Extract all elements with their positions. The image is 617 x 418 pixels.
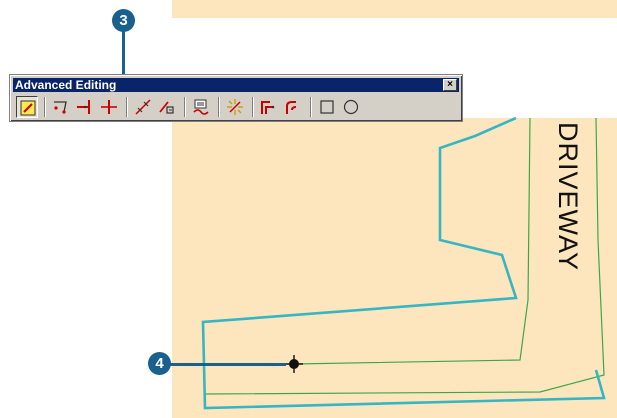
driveway-label: DRIVEWAY	[553, 122, 583, 272]
smooth-icon	[286, 101, 297, 114]
extend-button[interactable]	[74, 96, 96, 118]
toolbar-separator	[126, 97, 128, 117]
trim-button[interactable]	[98, 96, 120, 118]
extend-trim-icon	[20, 100, 36, 116]
parcel-boundary-line	[293, 117, 531, 365]
close-button[interactable]: ×	[443, 79, 457, 91]
generalize-button[interactable]	[258, 96, 280, 118]
toolbar-separator	[218, 97, 220, 117]
copy-parallel-button[interactable]	[190, 96, 212, 118]
circle-icon	[343, 99, 359, 115]
callout-step-4: 4	[148, 352, 171, 375]
fillet-icon	[54, 101, 67, 114]
map-features	[201, 116, 606, 410]
trim-icon	[101, 100, 117, 114]
toolbar-separator	[44, 97, 46, 117]
smooth-button[interactable]	[282, 96, 304, 118]
toolbar-tools	[14, 96, 460, 118]
generalize-icon	[261, 101, 275, 114]
toolbar-separator	[252, 97, 254, 117]
toolbar-titlebar[interactable]: Advanced Editing ×	[13, 78, 459, 92]
circle-button[interactable]	[340, 96, 362, 118]
rectangle-button[interactable]	[316, 96, 338, 118]
close-icon: ×	[447, 79, 453, 90]
crosshair-cursor-icon	[285, 355, 303, 373]
callout-leader-4	[170, 363, 286, 366]
callout-step-3: 3	[112, 9, 135, 32]
explode-icon	[227, 99, 243, 115]
fillet-button[interactable]	[50, 96, 72, 118]
line-intersection-icon	[135, 99, 151, 115]
advanced-editing-toolbar: Advanced Editing ×	[9, 74, 463, 122]
toolbar-separator	[184, 97, 186, 117]
toolbar-title: Advanced Editing	[15, 78, 117, 92]
copy-parallel-icon	[193, 99, 209, 115]
align-edge-icon	[159, 101, 174, 114]
extend-trim-button[interactable]	[16, 96, 38, 118]
rectangle-icon	[320, 100, 334, 114]
line-intersection-button[interactable]	[132, 96, 154, 118]
explode-button[interactable]	[224, 96, 246, 118]
extend-icon	[77, 100, 90, 114]
toolbar-separator	[310, 97, 312, 117]
align-edge-button[interactable]	[156, 96, 178, 118]
